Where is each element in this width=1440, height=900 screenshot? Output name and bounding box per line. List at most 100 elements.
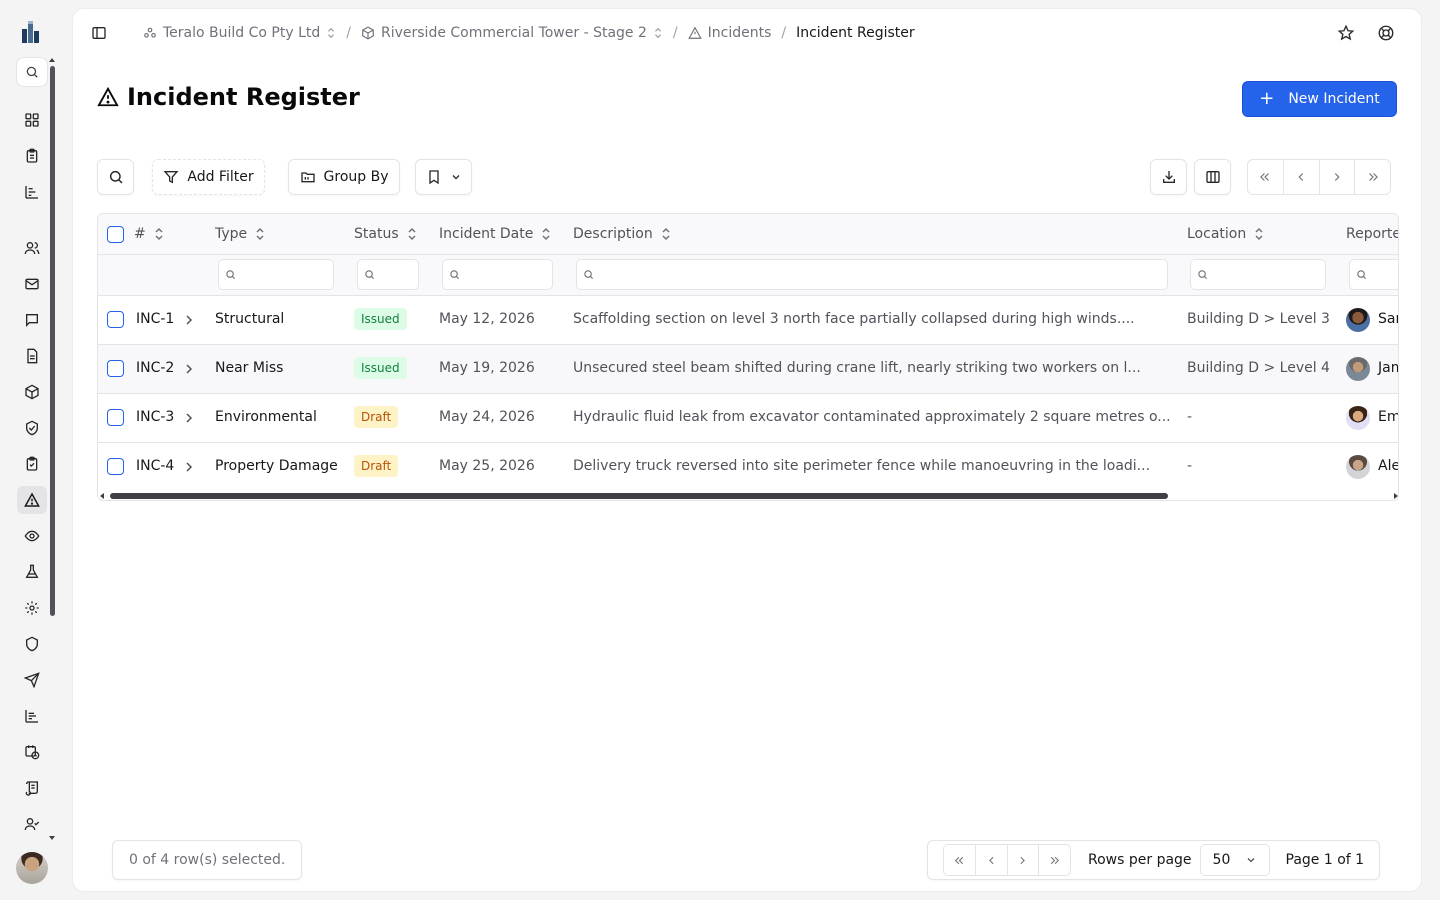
rail-item-gantt[interactable] <box>17 178 47 206</box>
reporter-avatar <box>1346 455 1370 479</box>
description-filter-input[interactable] <box>576 259 1168 290</box>
rail-item-shield[interactable] <box>17 630 47 658</box>
table-horizontal-scrollbar[interactable] <box>98 490 1398 500</box>
rail-item-send[interactable] <box>17 666 47 694</box>
add-filter-button[interactable]: Add Filter <box>152 159 265 195</box>
bottom-pagination: Rows per page 50 Page 1 of 1 <box>927 840 1380 880</box>
table-row[interactable]: INC-4 Property Damage Draft May 25, 2026… <box>98 443 1399 492</box>
rail-item-messages[interactable] <box>17 306 47 334</box>
reporter-filter-input[interactable] <box>1349 259 1398 290</box>
rail-item-documents[interactable] <box>17 342 47 370</box>
app-logo-icon[interactable] <box>22 21 42 43</box>
table-row[interactable]: INC-1 Structural Issued May 12, 2026 Sca… <box>98 296 1398 345</box>
rail-item-testing[interactable] <box>17 558 47 586</box>
rail-item-checklist[interactable] <box>17 450 47 478</box>
column-incident-date[interactable]: Incident Date <box>439 226 551 242</box>
dashboard-icon <box>25 113 39 127</box>
type-filter-input[interactable] <box>218 259 334 290</box>
sidebar-toggle-icon[interactable] <box>91 25 107 41</box>
column-type[interactable]: Type <box>215 226 265 242</box>
chevron-right-icon[interactable] <box>184 460 194 474</box>
rail-item-user-check[interactable] <box>17 810 47 838</box>
status-badge: Draft <box>354 406 399 428</box>
incident-id[interactable]: INC-4 <box>136 458 174 474</box>
export-button[interactable] <box>1150 159 1187 195</box>
date-filter-input[interactable] <box>442 259 553 290</box>
chevron-down-icon <box>452 175 459 180</box>
rail-item-clipboard[interactable] <box>17 142 47 170</box>
rail-item-mail[interactable] <box>17 270 47 298</box>
first-page-button[interactable] <box>944 845 976 875</box>
next-page-button[interactable] <box>1320 160 1356 194</box>
rail-item-scroll[interactable] <box>17 774 47 802</box>
column-number[interactable]: # <box>134 226 164 242</box>
first-page-button[interactable] <box>1248 160 1284 194</box>
rail-item-packages[interactable] <box>17 378 47 406</box>
rail-scroll-up[interactable] <box>49 58 55 62</box>
rail-item-incidents[interactable] <box>17 486 47 514</box>
row-checkbox[interactable] <box>107 458 124 475</box>
breadcrumb-separator: / <box>672 25 678 41</box>
select-all-checkbox[interactable] <box>107 226 124 243</box>
chevron-right-icon[interactable] <box>184 411 194 425</box>
status-filter-input[interactable] <box>357 259 419 290</box>
incident-type: Property Damage <box>215 458 338 474</box>
reporter-name: Ale <box>1378 458 1399 474</box>
rail-item-users[interactable] <box>17 234 47 262</box>
breadcrumb-incidents[interactable]: Incidents <box>687 25 771 41</box>
location-filter-input[interactable] <box>1190 259 1326 290</box>
chevrons-up-down-icon <box>654 27 661 39</box>
table-row[interactable]: INC-2 Near Miss Issued May 19, 2026 Unse… <box>98 345 1398 394</box>
scroll-right-arrow[interactable] <box>1394 493 1398 499</box>
send-icon <box>24 672 40 688</box>
package-icon <box>25 384 39 400</box>
table-search-button[interactable] <box>97 159 134 195</box>
row-checkbox[interactable] <box>107 360 124 377</box>
breadcrumb-company[interactable]: Teralo Build Co Pty Ltd <box>143 25 336 41</box>
sort-icon <box>542 227 550 241</box>
user-check-icon <box>24 818 40 831</box>
new-incident-button[interactable]: + New Incident <box>1242 81 1397 117</box>
last-page-button[interactable] <box>1355 160 1390 194</box>
user-avatar[interactable] <box>16 852 48 884</box>
rail-search-button[interactable] <box>16 57 48 87</box>
column-location[interactable]: Location <box>1187 226 1264 242</box>
group-by-button[interactable]: Group By <box>288 159 400 195</box>
search-icon <box>1357 270 1367 280</box>
help-icon[interactable] <box>1377 24 1395 42</box>
rail-item-dashboard[interactable] <box>17 106 47 134</box>
warning-icon <box>97 86 119 107</box>
next-page-button[interactable] <box>1008 845 1040 875</box>
column-description[interactable]: Description <box>573 226 671 242</box>
rows-per-page-select[interactable]: 50 <box>1199 844 1270 876</box>
columns-button[interactable] <box>1194 159 1231 195</box>
column-reporter-label: Reporte <box>1346 226 1399 242</box>
rail-item-reports[interactable] <box>17 702 47 730</box>
incident-id[interactable]: INC-2 <box>136 360 174 376</box>
column-reporter[interactable]: Reporte <box>1346 226 1399 242</box>
row-checkbox[interactable] <box>107 409 124 426</box>
chevrons-left-icon <box>1260 173 1270 181</box>
rail-item-schedule[interactable] <box>17 738 47 766</box>
table-row[interactable]: INC-3 Environmental Draft May 24, 2026 H… <box>98 394 1398 443</box>
row-checkbox[interactable] <box>107 311 124 328</box>
rail-scroll-down[interactable] <box>49 836 55 840</box>
prev-page-button[interactable] <box>1284 160 1320 194</box>
chevron-right-icon[interactable] <box>184 362 194 376</box>
scrollbar-thumb[interactable] <box>110 493 1168 499</box>
incident-id[interactable]: INC-3 <box>136 409 174 425</box>
rail-item-observations[interactable] <box>17 522 47 550</box>
star-icon[interactable] <box>1337 24 1355 42</box>
breadcrumb-project[interactable]: Riverside Commercial Tower - Stage 2 <box>361 25 663 41</box>
saved-views-button[interactable] <box>415 159 472 195</box>
scroll-left-arrow[interactable] <box>100 493 104 499</box>
column-status[interactable]: Status <box>354 226 417 242</box>
reporter-avatar <box>1346 406 1370 430</box>
chevron-right-icon[interactable] <box>184 313 194 327</box>
rail-item-settings[interactable] <box>17 594 47 622</box>
incident-id[interactable]: INC-1 <box>136 311 174 327</box>
prev-page-button[interactable] <box>976 845 1008 875</box>
rail-item-shield-check[interactable] <box>17 414 47 442</box>
rail-scrollbar[interactable] <box>50 66 55 616</box>
last-page-button[interactable] <box>1039 845 1070 875</box>
